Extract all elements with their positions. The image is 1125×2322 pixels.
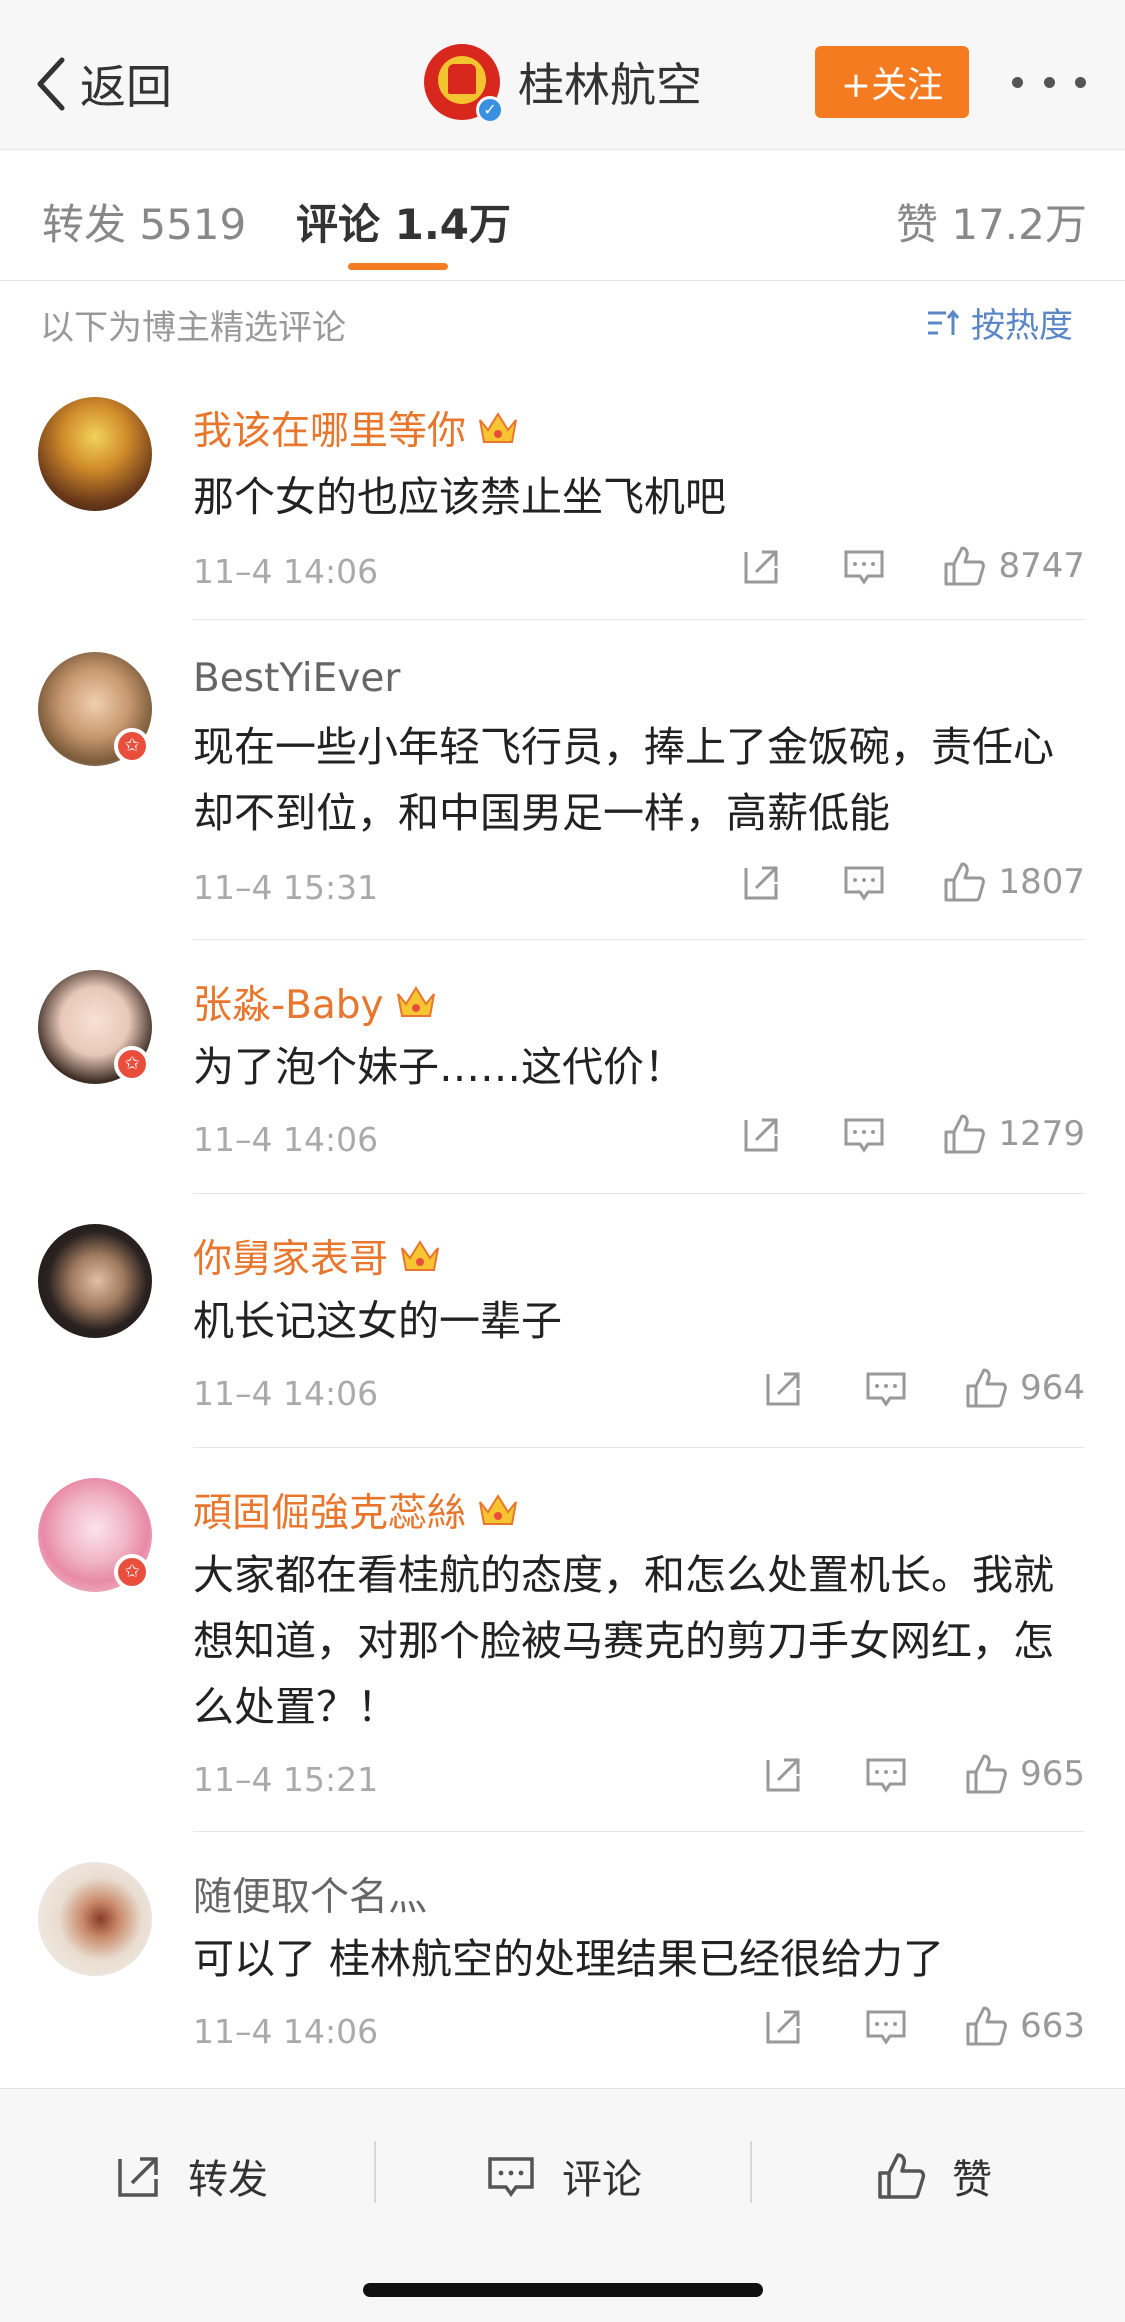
- avatar[interactable]: [38, 1224, 152, 1338]
- chevron-left-icon: [37, 57, 65, 111]
- comment-icon[interactable]: [842, 860, 886, 904]
- comment-icon[interactable]: [864, 1752, 908, 1796]
- tab-like[interactable]: 赞 17.2万: [896, 191, 1087, 252]
- comment-item: ✩ BestYiEver 现在一些小年轻飞行员，捧上了金饭碗，责任心却不到位，和…: [0, 620, 1125, 940]
- like-count: 964: [1020, 1368, 1085, 1408]
- commenter-name[interactable]: 张淼-Baby: [193, 974, 384, 1030]
- commenter-name[interactable]: 你舅家表哥: [193, 1228, 388, 1284]
- comment-icon: [488, 2157, 534, 2198]
- vip-crown-icon: [479, 412, 517, 443]
- like-icon[interactable]: [964, 1366, 1008, 1410]
- comment-icon[interactable]: [842, 1112, 886, 1156]
- like-count: 8747: [998, 546, 1085, 586]
- more-options-icon[interactable]: [1012, 70, 1086, 94]
- comments-subheader: 以下为博主精选评论 按热度: [0, 282, 1125, 352]
- like-icon[interactable]: [942, 860, 986, 904]
- like-icon[interactable]: [942, 544, 986, 588]
- comment-item: ✩ 张淼-Baby 为了泡个妹子……这代价！ 11–4 14:06 1279: [0, 940, 1125, 1194]
- comment-icon[interactable]: [864, 2004, 908, 2048]
- verified-icon: ✓: [476, 96, 504, 124]
- comment-text: 为了泡个妹子……这代价！: [193, 1043, 685, 1091]
- divider: [374, 2141, 376, 2203]
- comment-item: ✩ 頑固倔強克蕊絲 大家都在看桂航的态度，和怎么处置机长。我就想知道，对那个脸被…: [0, 1448, 1125, 1832]
- comment-time: 11–4 14:06: [193, 552, 379, 591]
- back-button[interactable]: 返回: [32, 52, 172, 116]
- like-count: 1807: [998, 862, 1085, 902]
- like-count: 663: [1020, 2006, 1085, 2046]
- account-header[interactable]: ✓ 桂林航空: [424, 44, 702, 124]
- bottom-repost-button[interactable]: 转发: [112, 2147, 268, 2205]
- commenter-name[interactable]: BestYiEver: [193, 656, 400, 701]
- comment-item: 随便取个名灬 可以了 桂林航空的处理结果已经很给力了 11–4 14:06 66…: [0, 1832, 1125, 2088]
- active-tab-indicator: [348, 263, 448, 270]
- repost-icon[interactable]: [760, 1752, 804, 1796]
- back-label: 返回: [80, 60, 172, 114]
- repost-icon[interactable]: [760, 1366, 804, 1410]
- comment-time: 11–4 14:06: [193, 1374, 379, 1413]
- verified-badge-icon: ✩: [114, 1046, 150, 1082]
- repost-icon[interactable]: [738, 860, 782, 904]
- account-name: 桂林航空: [518, 58, 702, 112]
- vip-crown-icon: [396, 986, 435, 1017]
- commenter-name[interactable]: 我该在哪里等你: [193, 400, 466, 456]
- avatar[interactable]: [38, 397, 152, 511]
- repost-icon[interactable]: [738, 1112, 782, 1156]
- verified-badge-icon: ✩: [114, 728, 150, 764]
- like-icon[interactable]: [964, 1752, 1008, 1796]
- comment-time: 11–4 14:06: [193, 1120, 379, 1159]
- comment-text: 机长记这女的一辈子: [193, 1297, 562, 1345]
- bottom-comment-label: 评论: [562, 2157, 642, 2203]
- tab-comment[interactable]: 评论 1.4万: [296, 191, 511, 252]
- commenter-name[interactable]: 頑固倔強克蕊絲: [193, 1482, 466, 1538]
- featured-comments-note: 以下为博主精选评论: [40, 308, 346, 348]
- like-icon: [878, 2153, 926, 2199]
- home-indicator: [363, 2283, 763, 2297]
- bottom-like-label: 赞: [952, 2157, 992, 2203]
- comment-icon[interactable]: [842, 544, 886, 588]
- like-count: 1279: [998, 1114, 1085, 1154]
- comment-time: 11–4 15:31: [193, 868, 379, 907]
- follow-button[interactable]: +关注: [815, 46, 969, 118]
- sort-label: 按热度: [971, 306, 1073, 346]
- avatar[interactable]: [38, 1862, 152, 1976]
- comment-time: 11–4 15:21: [193, 1760, 379, 1799]
- like-icon[interactable]: [942, 1112, 986, 1156]
- comment-text: 大家都在看桂航的态度，和怎么处置机长。我就想知道，对那个脸被马赛克的剪刀手女网红…: [193, 1551, 1054, 1731]
- account-avatar[interactable]: ✓: [424, 44, 504, 124]
- top-nav-bar: 返回 ✓ 桂林航空 +关注: [0, 0, 1125, 150]
- repost-icon: [118, 2157, 158, 2197]
- comment-item: 我该在哪里等你 那个女的也应该禁止坐飞机吧 11–4 14:06 8747: [0, 352, 1125, 620]
- comment-item: 你舅家表哥 机长记这女的一辈子 11–4 14:06 964: [0, 1194, 1125, 1448]
- divider: [750, 2141, 752, 2203]
- sort-icon: [928, 309, 960, 335]
- bottom-like-button[interactable]: 赞: [876, 2147, 992, 2205]
- repost-icon[interactable]: [760, 2004, 804, 2048]
- bottom-comment-button[interactable]: 评论: [486, 2147, 642, 2205]
- vip-crown-icon: [401, 1240, 439, 1271]
- commenter-name[interactable]: 随便取个名灬: [193, 1866, 427, 1922]
- bottom-repost-label: 转发: [188, 2157, 268, 2203]
- tab-repost[interactable]: 转发 5519: [42, 191, 246, 252]
- vip-crown-icon: [479, 1494, 517, 1525]
- repost-icon[interactable]: [738, 544, 782, 588]
- verified-badge-icon: ✩: [114, 1554, 150, 1590]
- comment-text: 现在一些小年轻飞行员，捧上了金饭碗，责任心却不到位，和中国男足一样，高薪低能: [193, 723, 1054, 837]
- like-icon[interactable]: [964, 2004, 1008, 2048]
- tab-bar: 转发 5519 评论 1.4万 赞 17.2万: [0, 151, 1125, 281]
- comment-time: 11–4 14:06: [193, 2012, 379, 2051]
- sort-by-hot-button[interactable]: 按热度: [925, 298, 1073, 347]
- comment-icon[interactable]: [864, 1366, 908, 1410]
- comment-text: 那个女的也应该禁止坐飞机吧: [193, 473, 726, 521]
- like-count: 965: [1020, 1754, 1085, 1794]
- comment-text: 可以了 桂林航空的处理结果已经很给力了: [193, 1935, 945, 1983]
